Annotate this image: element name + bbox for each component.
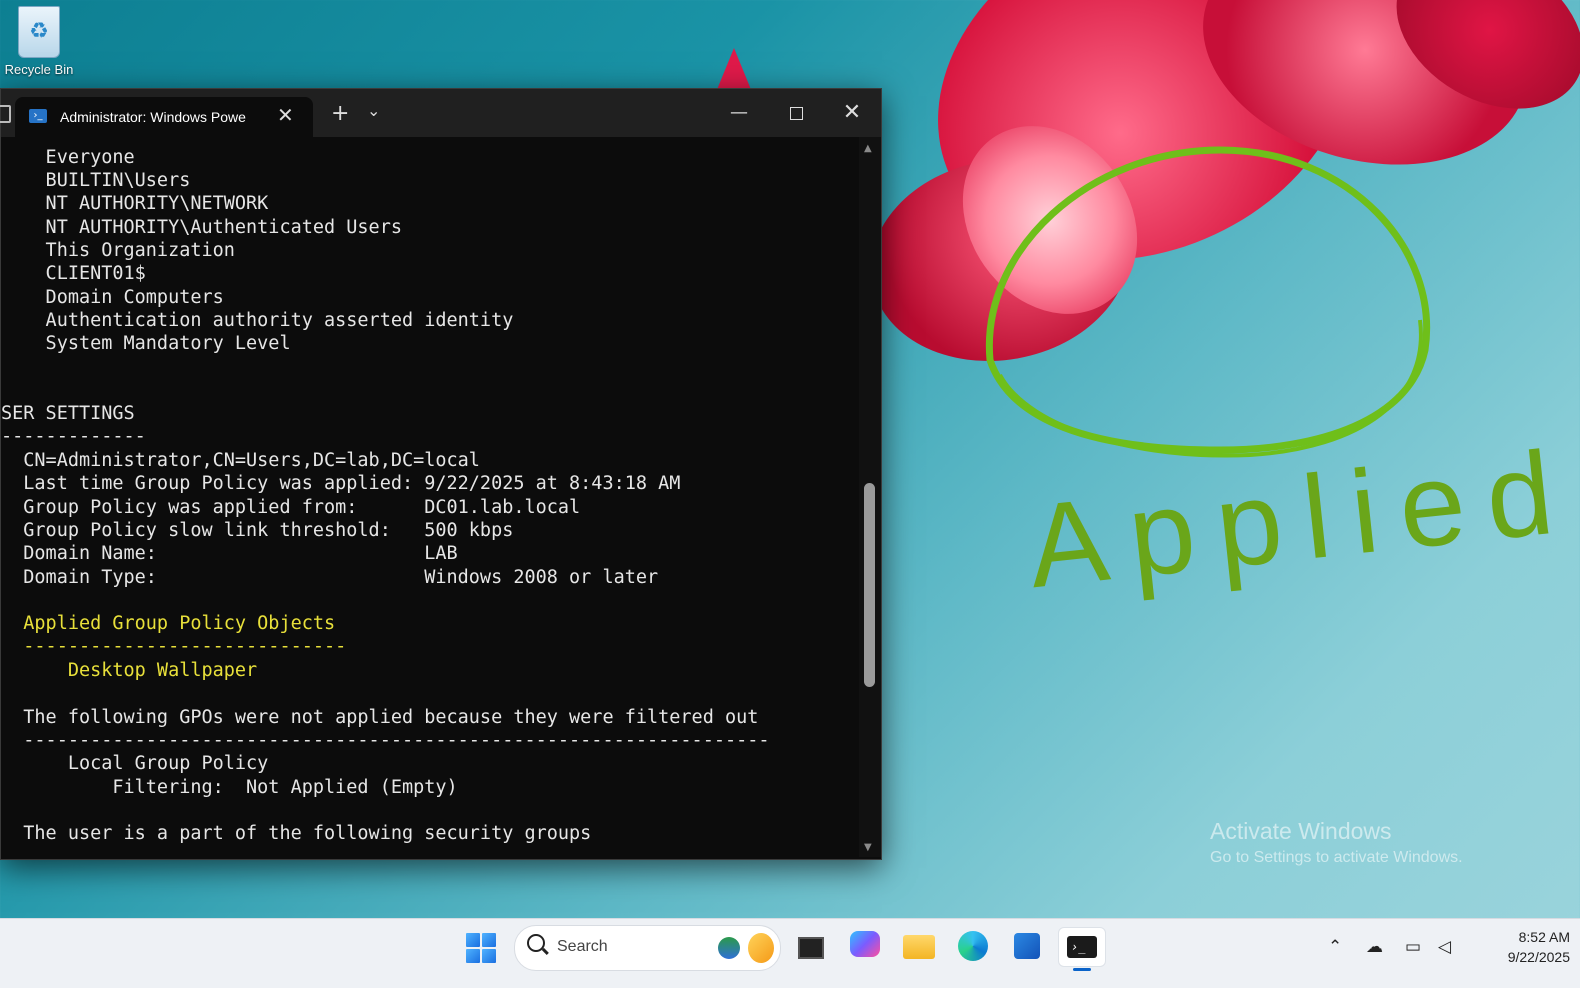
title-bar[interactable]: ›_ Administrator: Windows Powe ✕ + ⌄ — ✕: [0, 89, 881, 137]
console-line: Domain Name: LAB: [1, 543, 458, 564]
console-line: Everyone: [1, 147, 135, 168]
console-line: Domain Computers: [1, 287, 224, 308]
console-line: BUILTIN\Users: [1, 170, 191, 191]
recycle-bin-shortcut[interactable]: ♻ Recycle Bin: [0, 2, 78, 77]
powershell-icon: ›_: [29, 109, 47, 123]
scroll-down-icon[interactable]: ▼: [864, 842, 872, 853]
console-line: This Organization: [1, 240, 235, 261]
scroll-up-icon[interactable]: ▲: [864, 143, 872, 154]
console-line: Authentication authority asserted identi…: [1, 310, 514, 331]
terminal-app-icon[interactable]: ›_: [1058, 927, 1106, 971]
console-line: ----------------------------------------…: [1, 730, 770, 751]
recycle-bin-label: Recycle Bin: [4, 62, 74, 77]
taskbar: Search ›_ ⌃ ☁ ▭ ◁ 8:52 AM 9/22/2025: [0, 918, 1580, 988]
microsoft-365-app-icon[interactable]: [846, 927, 884, 965]
edge-browser-app-icon[interactable]: [954, 927, 992, 965]
console-line: The user is a part of the following secu…: [1, 823, 592, 844]
clock-date: 9/22/2025: [1507, 949, 1570, 965]
console-line-highlight: Applied Group Policy Objects: [1, 613, 336, 634]
watermark-title: Activate Windows: [1210, 818, 1392, 844]
activate-windows-watermark: Activate Windows Go to Settings to activ…: [1210, 818, 1463, 867]
maximize-icon: [789, 106, 803, 120]
console-line: Group Policy slow link threshold: 500 kb…: [1, 520, 514, 541]
console-line: Group Policy was applied from: DC01.lab.…: [1, 497, 581, 518]
volume-muted-icon[interactable]: ◁: [1438, 937, 1451, 957]
show-hidden-icons-chevron-icon[interactable]: ⌃: [1328, 937, 1342, 957]
microsoft-store-app-icon[interactable]: [1008, 927, 1046, 965]
search-highlight-icon: [718, 933, 776, 963]
taskbar-clock[interactable]: 8:52 AM 9/22/2025: [1460, 927, 1570, 967]
maximize-button[interactable]: [776, 99, 816, 127]
minimize-button[interactable]: —: [719, 99, 759, 127]
console-line: The following GPOs were not applied beca…: [1, 707, 759, 728]
console-line-highlight: Desktop Wallpaper: [1, 660, 258, 681]
tab-powershell[interactable]: ›_ Administrator: Windows Powe ✕: [15, 97, 313, 137]
console-line: Domain Type: Windows 2008 or later: [1, 567, 659, 588]
onedrive-offline-icon[interactable]: ☁: [1366, 937, 1383, 957]
search-icon: [527, 934, 545, 952]
console-line-highlight: -----------------------------: [1, 636, 347, 657]
start-button[interactable]: [466, 933, 496, 963]
tab-title: Administrator: Windows Powe: [60, 109, 246, 125]
network-icon[interactable]: ▭: [1405, 937, 1421, 957]
close-window-button[interactable]: ✕: [832, 99, 872, 127]
scrollbar-thumb[interactable]: [864, 483, 875, 687]
console-line: System Mandatory Level: [1, 333, 291, 354]
watermark-subtitle: Go to Settings to activate Windows.: [1210, 849, 1463, 866]
clock-time: 8:52 AM: [1518, 929, 1570, 945]
tab-dropdown-button[interactable]: ⌄: [367, 101, 380, 120]
recycle-bin-icon: ♻: [18, 6, 60, 58]
close-tab-icon[interactable]: ✕: [277, 103, 294, 127]
search-placeholder: Search: [557, 938, 608, 955]
vertical-scrollbar[interactable]: ▲ ▼: [859, 137, 881, 857]
console-line: NT AUTHORITY\Authenticated Users: [1, 217, 402, 238]
console-line: Last time Group Policy was applied: 9/22…: [1, 473, 681, 494]
console-line: Filtering: Not Applied (Empty): [1, 777, 458, 798]
taskbar-search[interactable]: Search: [514, 925, 781, 971]
new-tab-button[interactable]: +: [331, 101, 349, 126]
console-line: CN=Administrator,CN=Users,DC=lab,DC=loca…: [1, 450, 480, 471]
console-line: SER SETTINGS: [1, 403, 135, 424]
shield-icon: [0, 105, 11, 123]
terminal-window: ›_ Administrator: Windows Powe ✕ + ⌄ — ✕…: [0, 88, 882, 860]
file-explorer-app-icon[interactable]: [900, 927, 938, 965]
console-line: -------------: [1, 426, 146, 447]
console-line: NT AUTHORITY\NETWORK: [1, 193, 269, 214]
task-view-app-icon[interactable]: [790, 927, 828, 965]
console-output[interactable]: Everyone BUILTIN\Users NT AUTHORITY\NETW…: [1, 137, 859, 857]
wallpaper-petal-tip: [716, 48, 752, 92]
console-line: Local Group Policy: [1, 753, 269, 774]
console-line: CLIENT01$: [1, 263, 146, 284]
